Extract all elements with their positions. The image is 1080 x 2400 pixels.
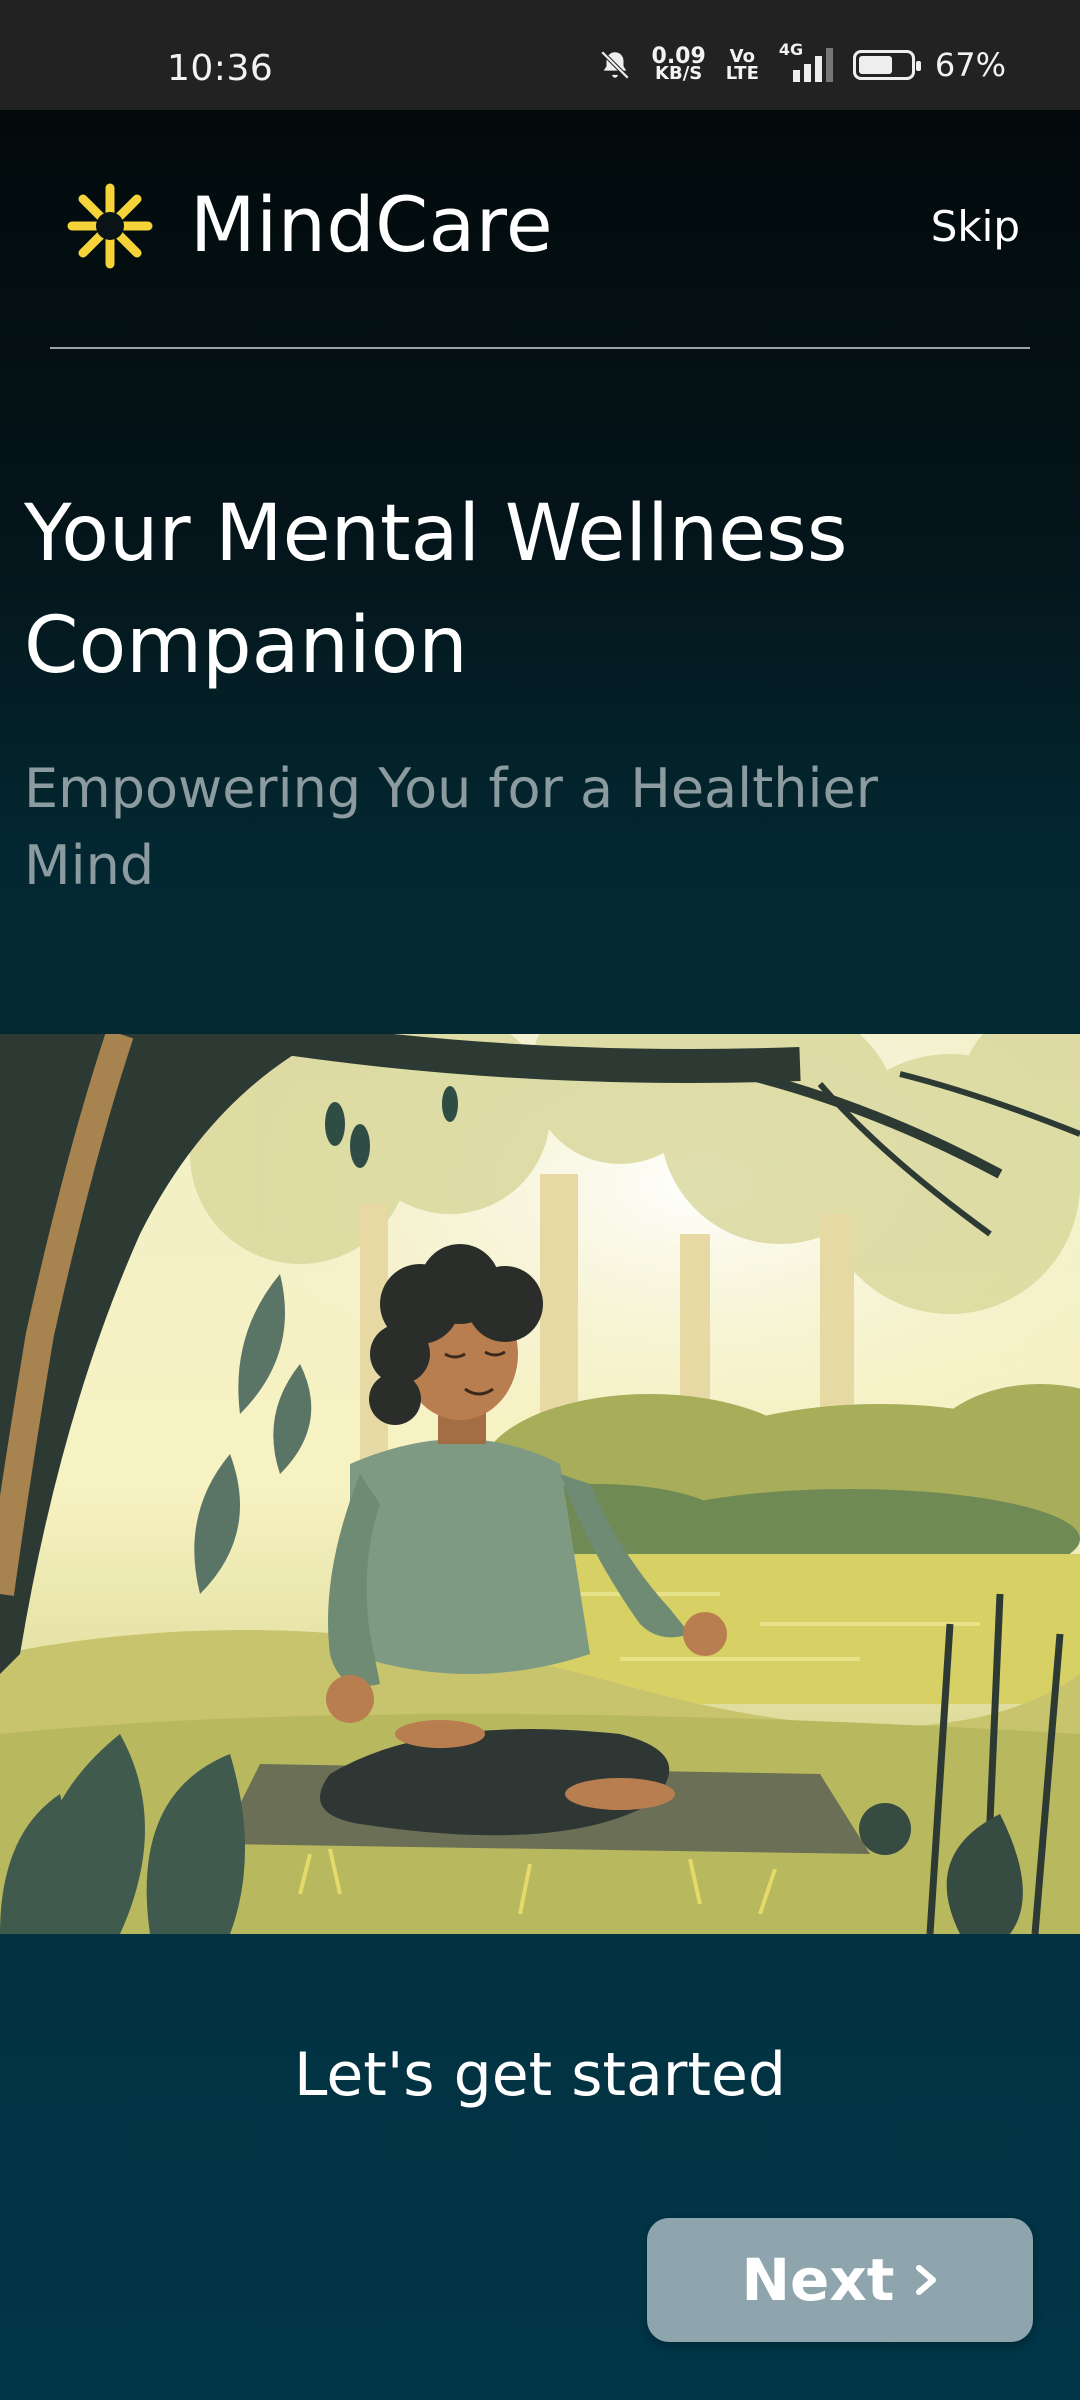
page-title: Your Mental Wellness Companion (24, 489, 848, 691)
page-subtitle: Empowering You for a Healthier Mind (24, 757, 878, 897)
mute-bell-icon (600, 50, 629, 80)
network-type: 4G (778, 40, 804, 59)
skip-button[interactable]: Skip (931, 202, 1020, 251)
get-started-text: Let's get started (294, 2040, 786, 2110)
chevron-right-icon (915, 2265, 936, 2295)
app-header: MindCare Skip (0, 110, 1080, 349)
asterisk-flower-icon (67, 183, 153, 269)
app-name: MindCare (190, 180, 554, 269)
status-icons: 0.09 KB/S Vo LTE 4G 67% (598, 40, 1006, 84)
signal-indicator: 4G (779, 40, 833, 82)
header-divider (50, 347, 1030, 349)
volte-indicator: Vo LTE (725, 48, 759, 84)
woman-meditating-in-forest-illustration (0, 1034, 1080, 1934)
status-time: 10:36 (167, 48, 274, 89)
next-button-label: Next (741, 2246, 895, 2314)
battery-percent: 67% (934, 46, 1006, 84)
battery-icon (852, 50, 921, 80)
onboarding-screen: MindCare Skip Your Mental Wellness Compa… (0, 110, 1080, 2400)
battery-fill (858, 56, 893, 74)
net-speed-unit: KB/S (655, 63, 703, 84)
status-bar: 10:36 0.09 KB/S Vo LTE 4G 67% (0, 0, 1080, 110)
next-button[interactable]: Next (647, 2218, 1033, 2342)
net-speed: 0.09 KB/S (652, 46, 706, 84)
volte-bottom: LTE (725, 63, 759, 84)
